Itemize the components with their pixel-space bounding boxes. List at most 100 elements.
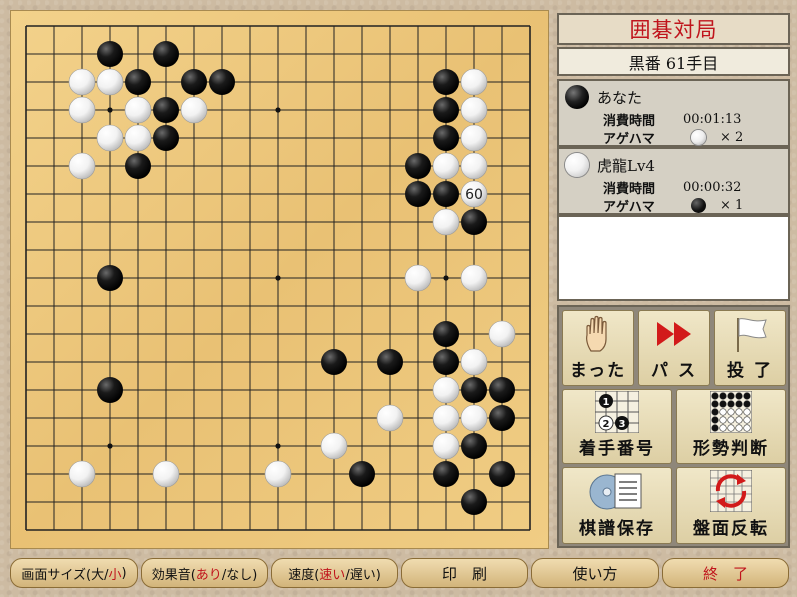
time-value: 00:00:32 <box>683 179 742 195</box>
turn-indicator: 黒番 61手目 <box>557 47 790 76</box>
captures-value: × 1 <box>720 197 744 213</box>
flip-board-button[interactable]: 盤面反転 <box>676 467 786 544</box>
hand-icon <box>586 315 607 352</box>
go-board[interactable]: 60 <box>10 10 549 549</box>
black-stone <box>433 321 459 347</box>
speed-suffix: /遅い) <box>345 567 381 583</box>
black-stone <box>433 125 459 151</box>
white-stone <box>124 124 152 152</box>
white-stone <box>432 376 460 404</box>
undo-button[interactable]: まった <box>562 310 634 386</box>
white-stone <box>460 96 488 124</box>
screen-size-suffix: ) <box>121 565 127 581</box>
black-stone <box>461 433 487 459</box>
white-stone <box>460 264 488 292</box>
captures-label: アゲハマ <box>603 131 655 147</box>
black-stone <box>433 69 459 95</box>
black-stone <box>349 461 375 487</box>
black-stone <box>489 377 515 403</box>
player-name: あなた <box>597 88 643 107</box>
white-stone <box>152 460 180 488</box>
black-stone <box>405 181 431 207</box>
white-stone-icon <box>565 153 589 177</box>
message-box <box>557 215 790 301</box>
evaluate-button[interactable]: 形勢判断 <box>676 389 786 464</box>
star-point <box>443 275 449 281</box>
screen-size-active: 小 <box>108 567 122 583</box>
white-stone <box>68 96 96 124</box>
save-record-button[interactable]: 棋譜保存 <box>562 467 672 544</box>
black-stone-icon <box>565 85 589 109</box>
svg-text:1: 1 <box>603 397 610 408</box>
white-stone <box>68 460 96 488</box>
white-stone <box>432 152 460 180</box>
white-stone <box>460 152 488 180</box>
black-stone <box>433 97 459 123</box>
last-move-number: 60 <box>465 187 483 203</box>
white-stone <box>404 264 432 292</box>
captures-label: アゲハマ <box>603 199 655 215</box>
screen-size-button[interactable]: 画面サイズ(大/小) <box>10 558 138 588</box>
territory-grid-icon <box>710 391 752 433</box>
white-stone <box>432 432 460 460</box>
app-title-box: 囲碁対局 <box>557 13 790 45</box>
time-label: 消費時間 <box>603 181 656 197</box>
move-number-icon: 1 2 3 <box>595 391 639 433</box>
app-title: 囲碁対局 <box>629 18 718 42</box>
white-stone <box>124 96 152 124</box>
black-stone-icon <box>691 197 706 213</box>
captures-value: × 2 <box>720 129 744 145</box>
white-stone <box>432 208 460 236</box>
time-value: 00:01:13 <box>683 111 742 127</box>
pass-button[interactable]: パ ス <box>638 310 710 386</box>
black-stone <box>461 209 487 235</box>
help-button[interactable]: 使い方 <box>531 558 659 588</box>
undo-label: まった <box>569 361 627 381</box>
sound-toggle-button[interactable]: 効果音(あり/なし) <box>141 558 268 588</box>
white-stone <box>460 124 488 152</box>
star-point <box>107 107 113 113</box>
white-stone <box>376 404 404 432</box>
svg-text:3: 3 <box>619 419 626 430</box>
time-label: 消費時間 <box>603 113 656 129</box>
black-stone <box>153 97 179 123</box>
black-stone <box>489 461 515 487</box>
black-stone <box>153 41 179 67</box>
resign-button[interactable]: 投 了 <box>714 310 786 386</box>
board-grid[interactable]: 60 <box>11 11 550 550</box>
sound-suffix: /なし) <box>221 567 258 583</box>
white-stone-icon <box>691 129 706 145</box>
speed-prefix: 速度( <box>288 567 320 583</box>
black-stone <box>97 265 123 291</box>
white-stone <box>96 124 124 152</box>
black-stone <box>97 41 123 67</box>
white-stone <box>68 68 96 96</box>
white-stone <box>460 404 488 432</box>
white-stone <box>180 96 208 124</box>
white-stone <box>68 152 96 180</box>
rotate-board-icon <box>710 470 752 512</box>
pass-label: パ ス <box>651 361 697 381</box>
speed-active: 速い <box>319 567 346 583</box>
white-stone <box>264 460 292 488</box>
quit-button[interactable]: 終 了 <box>662 558 789 588</box>
speed-toggle-button[interactable]: 速度(速い/遅い) <box>271 558 398 588</box>
flip-board-label: 盤面反転 <box>693 519 769 539</box>
svg-text:2: 2 <box>603 419 610 430</box>
white-stone <box>320 432 348 460</box>
player-panel-white: 虎龍Lv4 消費時間 00:00:32 アゲハマ × 1 <box>557 147 790 215</box>
white-stone <box>460 348 488 376</box>
star-point <box>275 275 281 281</box>
evaluate-label: 形勢判断 <box>693 439 769 459</box>
black-stone <box>153 125 179 151</box>
disk-document-icon <box>589 473 642 510</box>
move-number-label: 着手番号 <box>579 439 655 459</box>
print-button[interactable]: 印 刷 <box>401 558 528 588</box>
move-number-button[interactable]: 1 2 3 着手番号 <box>562 389 672 464</box>
control-panel: まった パ ス 投 了 1 2 3 着手番号 形勢判断 棋譜保存 盤面反転 <box>557 305 790 548</box>
star-point <box>107 443 113 449</box>
black-stone <box>489 405 515 431</box>
black-stone <box>125 69 151 95</box>
black-stone <box>433 349 459 375</box>
black-stone <box>377 349 403 375</box>
